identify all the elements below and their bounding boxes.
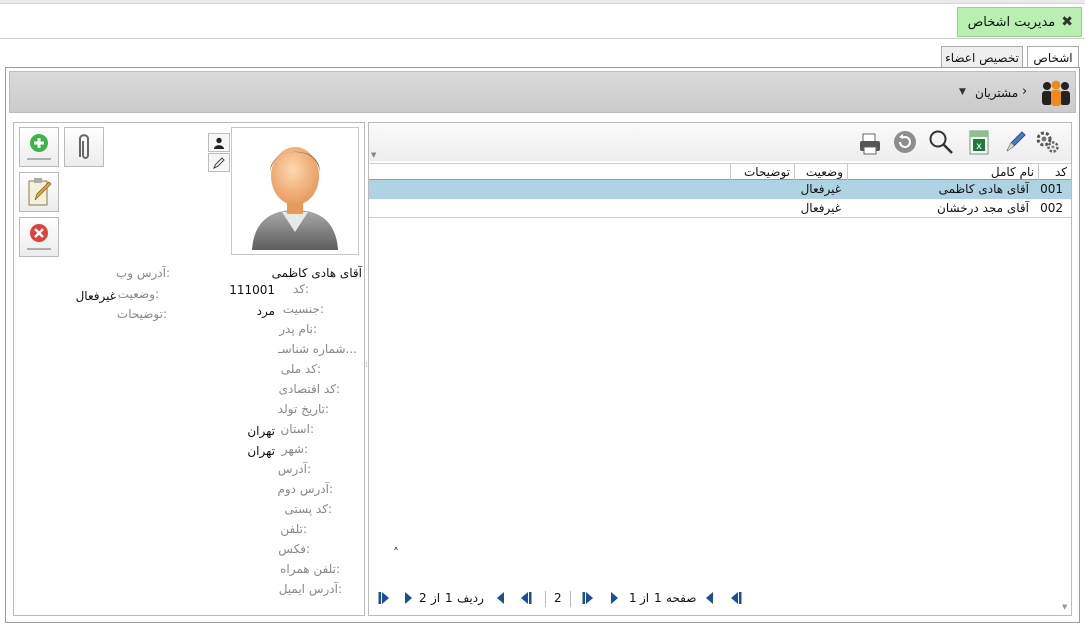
- next-page-icon[interactable]: [608, 591, 620, 605]
- cell-code: 002: [1040, 201, 1063, 215]
- column-header-notes[interactable]: توضیحات: [730, 164, 794, 180]
- next-row-icon[interactable]: [402, 591, 414, 605]
- edit-notes-button[interactable]: [19, 172, 59, 212]
- field-label-address2: آدرس دوم:: [277, 482, 333, 496]
- cell-full-name: آقای هادی کاظمی: [938, 182, 1029, 196]
- paperclip-icon: [79, 134, 89, 159]
- edit-photo-button[interactable]: [208, 153, 230, 172]
- field-value-city: تهران: [247, 444, 275, 458]
- page-label: صفحه: [666, 591, 697, 605]
- grid-toolbar: x ▼: [369, 123, 1071, 161]
- column-header-full-name[interactable]: نام کامل: [847, 164, 1038, 180]
- tab-persons-label: اشخاص: [1033, 51, 1073, 65]
- row-divider: [369, 217, 1071, 218]
- field-label-national-code: کد ملی:: [280, 362, 321, 376]
- first-page-icon[interactable]: [729, 591, 743, 605]
- search-icon[interactable]: [927, 127, 955, 157]
- field-label-email: آدرس ایمیل:: [278, 582, 342, 596]
- breadcrumb-dropdown-icon[interactable]: ▼: [959, 87, 966, 97]
- toolbar-overflow-icon[interactable]: ▼: [371, 151, 376, 159]
- row-of-label: از: [431, 591, 441, 605]
- field-label-province: استان:: [280, 422, 314, 436]
- cell-code: 001: [1040, 182, 1063, 196]
- close-icon[interactable]: ✖: [1061, 14, 1073, 30]
- title-divider: [0, 38, 1085, 39]
- field-label-code: کد:: [292, 282, 309, 296]
- field-value-gender: مرد: [256, 304, 275, 318]
- field-value-province: تهران: [247, 424, 275, 438]
- row-total: 2: [419, 591, 427, 605]
- avatar: [231, 127, 359, 255]
- tab-persons[interactable]: اشخاص: [1027, 46, 1079, 69]
- field-label-mobile: تلفن همراه:: [280, 562, 340, 576]
- column-header-code[interactable]: کد: [1038, 164, 1071, 180]
- tab-assign-members[interactable]: تخصیص اعضاء: [941, 46, 1023, 68]
- pager: صفحه 1 از 1 2 ردیف 1 از 2 ▼: [369, 585, 1071, 613]
- attach-button[interactable]: [64, 127, 104, 167]
- scroll-down-icon[interactable]: ▼: [1062, 603, 1067, 611]
- field-label-notes: توضیحات:: [116, 307, 167, 321]
- field-label-economic-code: کد اقتصادی:: [278, 382, 340, 396]
- top-strip: [0, 0, 1085, 4]
- table-row[interactable]: 001 آقای هادی کاظمی غیرفعال: [369, 180, 1071, 199]
- field-label-phone: تلفن:: [280, 522, 307, 536]
- prev-row-icon[interactable]: [495, 591, 507, 605]
- field-value-status: غیرفعال: [75, 289, 116, 303]
- field-label-father-name: نام پدر:: [279, 322, 317, 336]
- row-label: ردیف: [457, 591, 484, 605]
- field-value-code: 111001: [229, 283, 275, 297]
- field-label-id-number: شماره شناسـ...: [278, 342, 357, 356]
- page-title: مدیریت اشخاص: [967, 14, 1056, 30]
- svg-text:x: x: [976, 141, 982, 152]
- page-of-label: از: [640, 591, 650, 605]
- refresh-icon[interactable]: [891, 127, 919, 157]
- table-row[interactable]: 002 آقای مجد درخشان غیرفعال: [369, 199, 1071, 218]
- cell-full-name: آقای مجد درخشان: [937, 201, 1029, 215]
- field-label-gender: جنسیت:: [282, 302, 324, 316]
- first-row-icon[interactable]: [519, 591, 533, 605]
- window-title-tab[interactable]: مدیریت اشخاص ✖: [957, 7, 1082, 37]
- last-row-icon[interactable]: [377, 591, 391, 605]
- panel-splitter[interactable]: ⁞: [365, 360, 368, 372]
- delete-button[interactable]: [19, 217, 59, 257]
- excel-export-icon[interactable]: x: [965, 127, 993, 157]
- field-label-website: آدرس وب:: [115, 266, 170, 280]
- edit-icon[interactable]: [1001, 127, 1029, 157]
- user-icon: [214, 137, 224, 149]
- collapse-up-icon[interactable]: ˄: [393, 546, 399, 560]
- field-label-birth-date: تاریخ تولد:: [277, 402, 329, 416]
- cell-status: غیرفعال: [800, 201, 841, 215]
- print-icon[interactable]: [856, 129, 884, 159]
- page-number[interactable]: 1: [654, 591, 662, 605]
- customers-group-icon: [1040, 78, 1072, 108]
- cell-status: غیرفعال: [800, 182, 841, 196]
- field-label-status: وضعیت:: [117, 287, 159, 301]
- last-page-icon[interactable]: [581, 591, 595, 605]
- breadcrumb-bar: [9, 71, 1076, 113]
- field-label-fax: فکس:: [278, 542, 310, 556]
- page-total: 1: [629, 591, 637, 605]
- field-label-address: آدرس:: [277, 462, 311, 476]
- breadcrumb-label[interactable]: مشتریان: [975, 86, 1018, 100]
- settings-icon[interactable]: [1033, 127, 1061, 157]
- add-button[interactable]: [19, 127, 59, 167]
- notepad-edit-icon: [28, 178, 52, 206]
- field-label-postal-code: کد پستی:: [284, 502, 332, 516]
- column-header-status[interactable]: وضعیت: [794, 164, 847, 180]
- page-size[interactable]: 2: [554, 591, 562, 605]
- pencil-icon: [213, 156, 225, 169]
- breadcrumb-chevron-icon: ›: [1022, 84, 1028, 99]
- person-photo-button[interactable]: [208, 133, 230, 152]
- prev-page-icon[interactable]: [704, 591, 716, 605]
- add-icon: [27, 134, 51, 160]
- row-number[interactable]: 1: [445, 591, 453, 605]
- tab-assign-members-label: تخصیص اعضاء: [945, 50, 1019, 65]
- grid-header: کد نام کامل وضعیت توضیحات: [369, 163, 1071, 180]
- person-name: آقای هادی کاظمی: [271, 266, 362, 280]
- delete-icon: [27, 224, 51, 250]
- field-label-city: شهر:: [281, 442, 308, 456]
